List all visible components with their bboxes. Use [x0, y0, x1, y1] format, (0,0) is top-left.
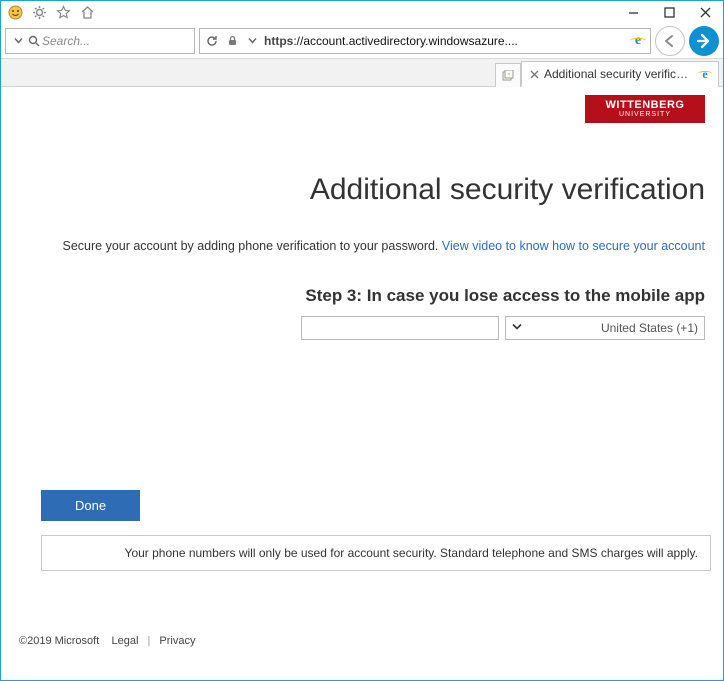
- country-selected-value: United States (+1): [601, 321, 698, 335]
- chevron-down-icon: [512, 321, 522, 335]
- country-select[interactable]: United States (+1): [505, 316, 705, 340]
- address-bar[interactable]: https://account.activedirectory.windowsa…: [199, 28, 651, 54]
- home-icon[interactable]: [79, 4, 95, 20]
- nav-forward-button[interactable]: [655, 26, 685, 56]
- window-minimize-button[interactable]: [615, 1, 651, 23]
- new-tab-button[interactable]: [495, 63, 521, 87]
- footer-copyright: ©2019 Microsoft: [19, 635, 99, 647]
- smiley-icon[interactable]: [7, 4, 23, 20]
- page-description: Secure your account by adding phone veri…: [41, 237, 705, 256]
- chevron-down-icon[interactable]: [244, 33, 260, 49]
- footer-legal-link[interactable]: Legal: [111, 635, 138, 647]
- tab-strip: Additional security verificat...: [1, 59, 723, 87]
- step-heading: Step 3: In case you lose access to the m…: [41, 286, 705, 306]
- tab-ie-icon: [698, 67, 712, 81]
- tab-close-button[interactable]: [528, 68, 540, 80]
- tab-title: Additional security verificat...: [544, 67, 694, 81]
- site-ie-icon: [630, 33, 646, 49]
- gear-icon[interactable]: [31, 4, 47, 20]
- refresh-icon[interactable]: [204, 33, 220, 49]
- video-link[interactable]: View video to know how to secure your ac…: [442, 239, 705, 253]
- tab-active[interactable]: Additional security verificat...: [521, 61, 719, 87]
- description-text: Secure your account by adding phone veri…: [62, 239, 441, 253]
- chevron-down-icon[interactable]: [10, 33, 26, 49]
- phone-number-input[interactable]: [301, 316, 499, 340]
- page-title: Additional security verification: [41, 173, 705, 207]
- footer-privacy-link[interactable]: Privacy: [159, 635, 195, 647]
- window-maximize-button[interactable]: [651, 1, 687, 23]
- footer-separator: |: [147, 635, 150, 647]
- page-footer: ©2019 Microsoft Legal | Privacy: [1, 635, 713, 647]
- url-text: https://account.activedirectory.windowsa…: [264, 34, 626, 48]
- navigation-bar: https://account.activedirectory.windowsa…: [1, 23, 723, 59]
- phone-form-row: United States (+1): [41, 316, 705, 340]
- toolbar-icon-group: [1, 4, 95, 20]
- lock-icon: [224, 33, 240, 49]
- window-close-button[interactable]: [687, 1, 723, 23]
- security-notice: Your phone numbers will only be used for…: [41, 535, 711, 571]
- search-placeholder: Search...: [42, 34, 190, 48]
- brand-sub: UNIVERSITY: [619, 111, 671, 118]
- brand-name: WITTENBERG: [606, 100, 685, 111]
- brand-logo: WITTENBERG UNIVERSITY: [585, 95, 705, 123]
- search-icon[interactable]: [26, 33, 42, 49]
- star-icon[interactable]: [55, 4, 71, 20]
- page-content: WITTENBERG UNIVERSITY Additional securit…: [1, 87, 723, 571]
- window-titlebar: [1, 1, 723, 23]
- done-button[interactable]: Done: [41, 490, 140, 521]
- search-box[interactable]: Search...: [5, 28, 195, 54]
- nav-back-button[interactable]: [689, 26, 719, 56]
